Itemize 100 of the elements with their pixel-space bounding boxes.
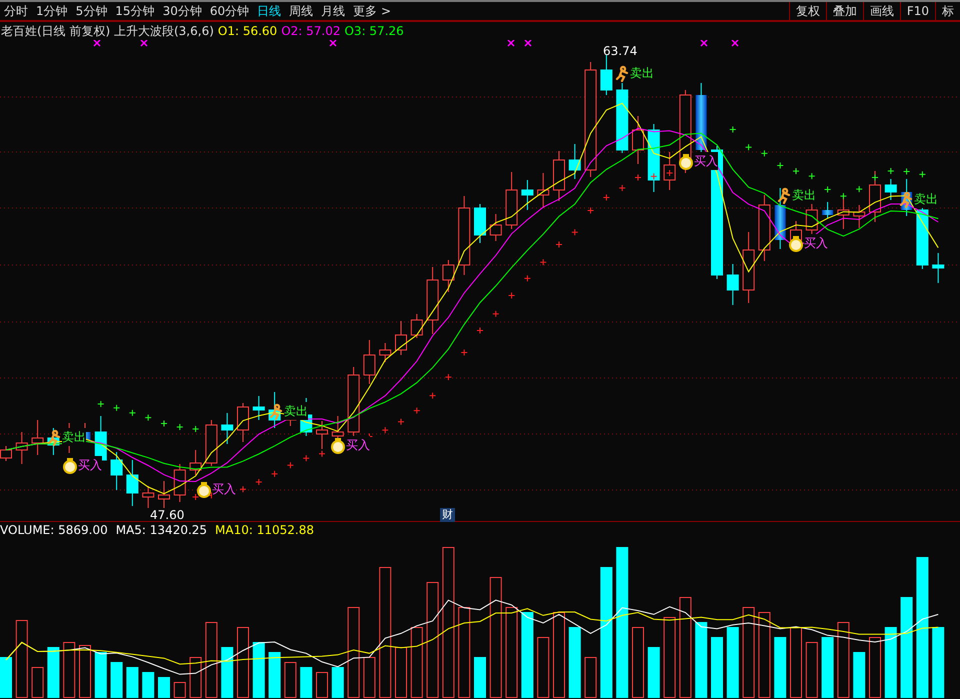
candlestick: [268, 392, 281, 428]
candlestick: [568, 144, 581, 180]
volume-bar: [568, 627, 581, 698]
period-tab[interactable]: 1分钟: [32, 2, 72, 20]
star-marker: [286, 462, 294, 469]
candlestick: [221, 412, 234, 444]
candlestick: [758, 194, 770, 262]
star-marker: [444, 374, 452, 381]
star-marker: [571, 228, 578, 236]
running-figure-icon: [898, 190, 914, 208]
candlestick: [616, 82, 628, 154]
period-tab[interactable]: 日线: [253, 2, 286, 20]
period-tab[interactable]: 30分钟: [158, 2, 206, 20]
volume-bar: [158, 677, 170, 698]
volume-bar: [316, 672, 328, 698]
volume-bar: [806, 642, 818, 698]
period-tab[interactable]: 更多 >: [349, 2, 395, 20]
candlestick: [363, 340, 376, 384]
finance-badge[interactable]: 财: [440, 508, 455, 522]
volume-bar: [932, 627, 944, 698]
star-marker: [240, 486, 246, 493]
star-marker: [460, 348, 468, 356]
star-marker: [255, 478, 262, 486]
star-marker: [602, 194, 610, 201]
star-marker: [776, 162, 784, 170]
period-tab[interactable]: 5分钟: [72, 2, 112, 20]
toolbar-button[interactable]: 复权: [788, 2, 826, 20]
star-marker: [587, 207, 594, 214]
candlestick: [774, 188, 786, 250]
toolbar-button[interactable]: 叠加: [826, 2, 863, 20]
period-tab[interactable]: 60分钟: [206, 2, 254, 20]
period-tab[interactable]: 月线: [317, 2, 350, 20]
star-marker: [113, 404, 120, 412]
buy-signal-label: 买入: [346, 436, 370, 454]
toolbar-button[interactable]: 画线: [862, 2, 900, 20]
volume-bar: [774, 637, 786, 698]
volume-bar: [474, 657, 486, 698]
candlestick: [32, 420, 44, 456]
candlestick: [553, 150, 565, 202]
sell-signal-label: 卖出: [630, 64, 654, 82]
star-marker: [128, 409, 136, 416]
star-marker: [729, 126, 736, 133]
candlestick: [0, 446, 12, 462]
volume-bar: [190, 657, 202, 698]
indicator-value: O1: 56.60: [218, 23, 278, 40]
volume-bar: [332, 667, 344, 698]
star-marker: [856, 186, 863, 193]
candlestick: [664, 152, 676, 190]
money-bag-icon: [62, 456, 78, 474]
volume-bar: [0, 657, 12, 698]
star-marker: [618, 184, 626, 192]
sell-signal-label: 卖出: [792, 186, 816, 204]
indicator-value: O2: 57.02: [281, 23, 340, 40]
star-marker: [887, 168, 894, 174]
candlestick: [901, 178, 912, 216]
candlestick: [742, 232, 755, 304]
period-tab[interactable]: 分时: [0, 2, 32, 20]
star-marker: [634, 174, 642, 181]
volume-bar: [268, 652, 281, 698]
toolbar-button[interactable]: F10: [900, 2, 935, 20]
star-marker: [318, 450, 326, 458]
volume-bar: [790, 627, 802, 698]
volume-bar: [237, 627, 249, 698]
volume-bar: [822, 637, 834, 698]
volume-bar: [63, 642, 76, 698]
volume-bar: [47, 647, 60, 698]
cross-marker: [93, 40, 101, 47]
star-marker: [666, 170, 674, 176]
volume-bar: [284, 662, 296, 698]
period-tab[interactable]: 15分钟: [111, 2, 159, 20]
candlestick: [110, 452, 123, 490]
star-marker: [556, 240, 562, 248]
star-marker: [97, 400, 104, 408]
sell-signal-label: 卖出: [62, 428, 86, 446]
candlestick: [410, 314, 423, 338]
period-tab[interactable]: 周线: [285, 2, 318, 20]
candlestick: [205, 420, 218, 466]
star-marker: [760, 150, 768, 157]
toolbar-button[interactable]: 标: [935, 2, 960, 20]
candlestick: [237, 402, 249, 442]
cross-marker: [329, 40, 337, 47]
candlestick: [932, 252, 944, 284]
running-figure-icon: [776, 186, 792, 204]
candlestick: [506, 172, 518, 230]
star-marker: [271, 470, 278, 478]
star-marker: [792, 168, 800, 175]
volume-bar: [221, 647, 234, 698]
candlestick: [648, 124, 660, 192]
star-marker: [192, 494, 200, 500]
star-marker: [918, 170, 926, 178]
star-marker: [413, 407, 420, 414]
volume-bar: [884, 627, 897, 698]
candlestick: [316, 420, 328, 450]
star-marker: [398, 418, 404, 426]
indicator-value: O3: 57.26: [344, 23, 404, 40]
volume-bar: [537, 637, 550, 698]
running-figure-icon: [268, 402, 284, 420]
running-figure-icon: [614, 64, 630, 82]
candlestick: [190, 450, 202, 476]
star-marker: [160, 420, 168, 427]
